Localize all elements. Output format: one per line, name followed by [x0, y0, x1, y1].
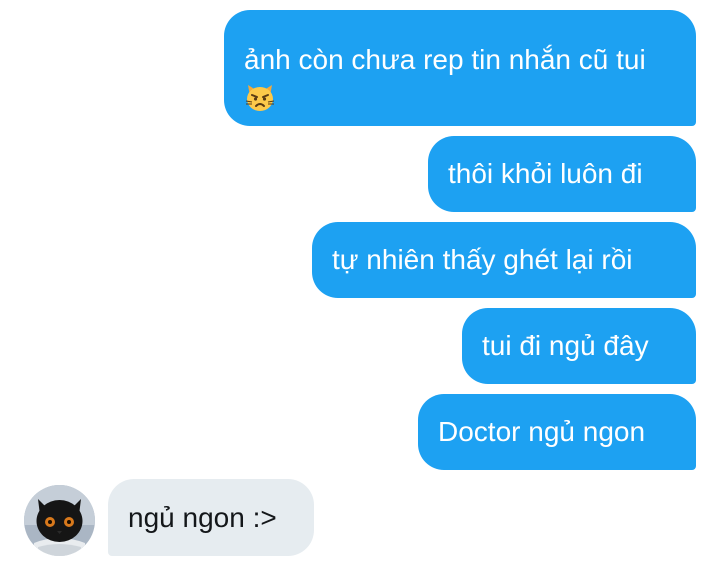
incoming-message[interactable]: ngủ ngon :> [108, 479, 314, 556]
message-text: thôi khỏi luôn đi [448, 158, 643, 189]
outgoing-message[interactable]: ảnh còn chưa rep tin nhắn cũ tui [224, 10, 696, 126]
cat-pouting-emoji-icon [244, 81, 276, 124]
message-text: ảnh còn chưa rep tin nhắn cũ tui [244, 40, 676, 124]
black-cat-avatar-icon [24, 485, 95, 556]
message-text: Doctor ngủ ngon [438, 416, 646, 447]
outgoing-message[interactable]: tự nhiên thấy ghét lại rồi [312, 222, 696, 298]
outgoing-message[interactable]: thôi khỏi luôn đi [428, 136, 696, 212]
message-text: tự nhiên thấy ghét lại rồi [332, 244, 633, 275]
outgoing-message[interactable]: tui đi ngủ đây [462, 308, 696, 384]
message-text: tui đi ngủ đây [482, 330, 649, 361]
avatar[interactable] [24, 485, 95, 556]
message-text: ngủ ngon :> [128, 501, 277, 533]
outgoing-message[interactable]: Doctor ngủ ngon [418, 394, 696, 470]
